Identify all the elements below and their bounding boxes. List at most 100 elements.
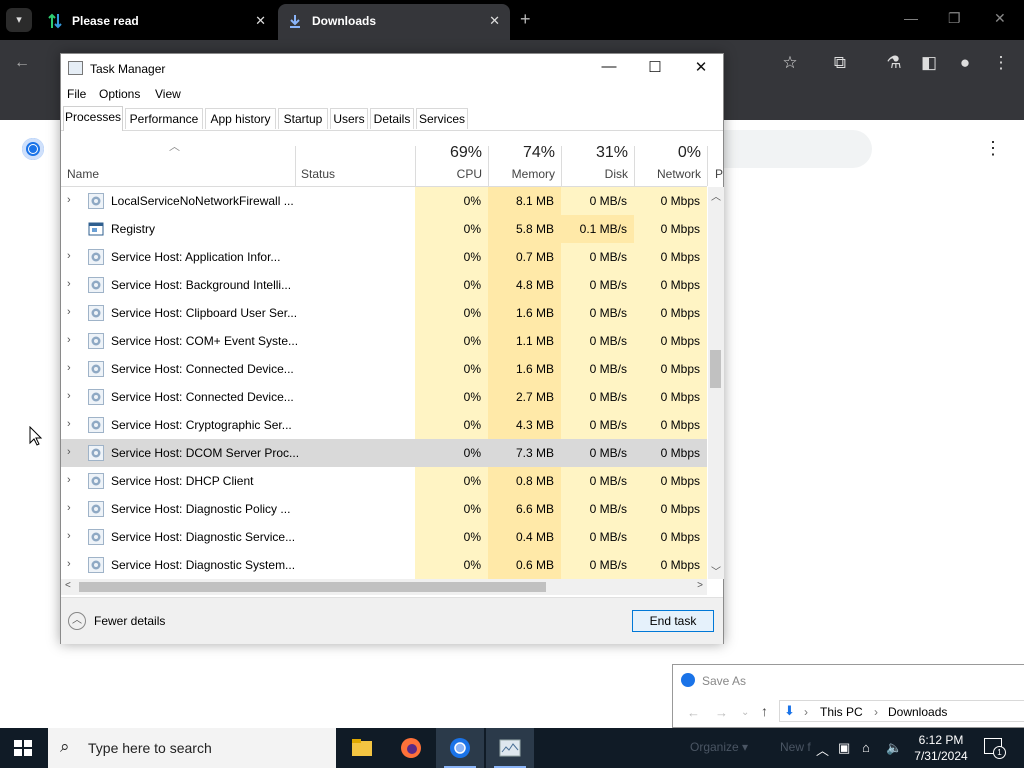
process-row[interactable]: › Service Host: DCOM Server Proc... 0% 7.3 … [61, 439, 707, 467]
expand-chevron-icon[interactable]: › [67, 502, 71, 514]
process-row[interactable]: › Service Host: Connected Device... 0% 1.6 … [61, 355, 707, 383]
labs-flask-icon[interactable]: ⚗ [883, 53, 905, 73]
expand-chevron-icon[interactable]: › [67, 530, 71, 542]
end-task-button[interactable]: End task [632, 610, 714, 632]
expand-chevron-icon[interactable]: › [67, 194, 71, 206]
process-row[interactable]: › Service Host: Diagnostic System... 0% 0.6… [61, 551, 707, 579]
bookmark-star-icon[interactable]: ☆ [779, 53, 801, 73]
process-row[interactable]: › Service Host: DHCP Client 0% 0.8 MB 0 MB/s… [61, 467, 707, 495]
tab-close-icon[interactable]: ✕ [489, 13, 500, 29]
menu-options[interactable]: Options [99, 87, 140, 101]
tab-services[interactable]: Services [416, 108, 468, 129]
process-row[interactable]: › Service Host: Application Infor... 0% 0.7… [61, 243, 707, 271]
expand-chevron-icon[interactable]: › [67, 558, 71, 570]
page-menu-icon[interactable]: ⋮ [984, 138, 1002, 159]
tab-close-icon[interactable]: ✕ [255, 13, 266, 29]
browser-tab-downloads[interactable]: Downloads ✕ [278, 4, 510, 40]
column-divider[interactable] [295, 146, 296, 186]
process-row[interactable]: › Service Host: Diagnostic Policy ... 0% 6.… [61, 495, 707, 523]
up-folder-icon[interactable]: ↑ [761, 703, 768, 719]
scroll-up-icon[interactable]: ︿ [711, 188, 721, 203]
horizontal-scrollbar[interactable]: < > [61, 579, 707, 595]
expand-chevron-icon[interactable]: › [67, 250, 71, 262]
close-icon[interactable]: ✕ [994, 10, 1006, 27]
column-divider[interactable] [707, 146, 708, 186]
collapse-up-icon[interactable]: ︿ [68, 612, 86, 630]
expand-chevron-icon[interactable]: › [67, 390, 71, 402]
close-icon[interactable]: ✕ [689, 58, 713, 76]
windows-start-icon[interactable] [14, 740, 32, 756]
taskbar-search-box[interactable]: ⌕ Type here to search [48, 728, 336, 768]
profile-avatar-icon[interactable]: ● [954, 53, 976, 73]
expand-chevron-icon[interactable]: › [67, 362, 71, 374]
process-row[interactable]: Registry 0% 5.8 MB 0.1 MB/s 0 Mbps [61, 215, 707, 243]
process-row[interactable]: › Service Host: Clipboard User Ser... 0% 1.… [61, 299, 707, 327]
breadcrumb-this-pc[interactable]: This PC [820, 705, 863, 719]
volume-muted-icon[interactable]: 🔈 [886, 740, 902, 756]
process-row[interactable]: › Service Host: Diagnostic Service... 0% 0.… [61, 523, 707, 551]
tab-users[interactable]: Users [330, 108, 368, 129]
scroll-right-icon[interactable]: > [697, 580, 703, 591]
side-panel-icon[interactable]: ◧ [918, 53, 940, 73]
tab-processes[interactable]: Processes [63, 106, 123, 131]
process-row[interactable]: › Service Host: Background Intelli... 0% 4.… [61, 271, 707, 299]
column-memory[interactable]: 74% Memory [488, 132, 561, 186]
column-power-truncated[interactable]: P [715, 167, 723, 181]
extensions-puzzle-icon[interactable]: ⧉ [829, 53, 851, 73]
browser-tab-please-read[interactable]: Please read ✕ [38, 4, 276, 40]
column-name[interactable]: Name [67, 167, 99, 181]
disk-value: 0 MB/s [561, 411, 634, 439]
minimize-icon[interactable]: — [904, 10, 918, 26]
scroll-down-icon[interactable]: ﹀ [711, 563, 721, 578]
memory-value: 1.1 MB [488, 327, 561, 355]
scroll-left-icon[interactable]: < [65, 580, 71, 591]
fewer-details-link[interactable]: Fewer details [94, 614, 165, 628]
tab-search-button[interactable]: ▾ [6, 8, 32, 32]
address-bar[interactable]: ⬇ › This PC › Downloads [779, 700, 1024, 722]
tab-performance[interactable]: Performance [125, 108, 203, 129]
process-row[interactable]: › LocalServiceNoNetworkFirewall ... 0% 8.1 … [61, 187, 707, 215]
new-tab-button[interactable]: + [520, 9, 531, 30]
chrome-taskbar-button[interactable] [436, 728, 484, 768]
column-network[interactable]: 0% Network [634, 132, 707, 186]
device-icon[interactable]: ▣ [838, 740, 850, 756]
tab-app-history[interactable]: App history [205, 108, 276, 129]
file-explorer-button[interactable] [338, 728, 386, 768]
chrome-menu-icon[interactable]: ⋮ [990, 53, 1012, 73]
scroll-thumb[interactable] [710, 350, 721, 388]
breadcrumb-downloads[interactable]: Downloads [888, 705, 947, 719]
restore-icon[interactable]: ❐ [948, 10, 961, 27]
system-clock[interactable]: 6:12 PM 7/31/2024 [908, 732, 974, 764]
column-cpu[interactable]: 69% CPU [415, 132, 488, 186]
process-row[interactable]: › Service Host: Cryptographic Ser... 0% 4.3… [61, 411, 707, 439]
expand-chevron-icon[interactable]: › [67, 334, 71, 346]
back-arrow-icon[interactable]: ← [687, 705, 700, 720]
task-manager-taskbar-button[interactable] [486, 728, 534, 768]
maximize-icon[interactable]: ☐ [643, 58, 667, 76]
title-bar[interactable]: Task Manager — ☐ ✕ [61, 54, 723, 84]
minimize-icon[interactable]: — [597, 58, 621, 75]
expand-chevron-icon[interactable]: › [67, 278, 71, 290]
expand-chevron-icon[interactable]: › [67, 418, 71, 430]
network-icon[interactable]: ⌂ [862, 740, 870, 755]
vertical-scrollbar[interactable]: ︿ ﹀ [708, 187, 724, 579]
show-hidden-icons-icon[interactable]: ︿ [816, 740, 829, 759]
menu-view[interactable]: View [155, 87, 181, 101]
tab-details[interactable]: Details [370, 108, 414, 129]
tab-startup[interactable]: Startup [278, 108, 328, 129]
expand-chevron-icon[interactable]: › [67, 474, 71, 486]
forward-arrow-icon[interactable]: → [715, 705, 728, 720]
expand-chevron-icon[interactable]: › [67, 306, 71, 318]
back-arrow-icon[interactable]: ← [14, 54, 30, 72]
scroll-thumb[interactable] [79, 582, 546, 592]
expand-chevron-icon[interactable]: › [67, 446, 71, 458]
column-disk[interactable]: 31% Disk [561, 132, 634, 186]
firefox-button[interactable] [387, 728, 435, 768]
column-status[interactable]: Status [301, 167, 335, 181]
process-row[interactable]: › Service Host: Connected Device... 0% 2.7 … [61, 383, 707, 411]
menu-file[interactable]: File [67, 87, 86, 101]
page-search-box[interactable] [724, 130, 872, 168]
network-value: 0 Mbps [634, 411, 707, 439]
recent-dropdown-icon[interactable]: ⌄ [741, 707, 749, 718]
process-row[interactable]: › Service Host: COM+ Event Syste... 0% 1.1 … [61, 327, 707, 355]
